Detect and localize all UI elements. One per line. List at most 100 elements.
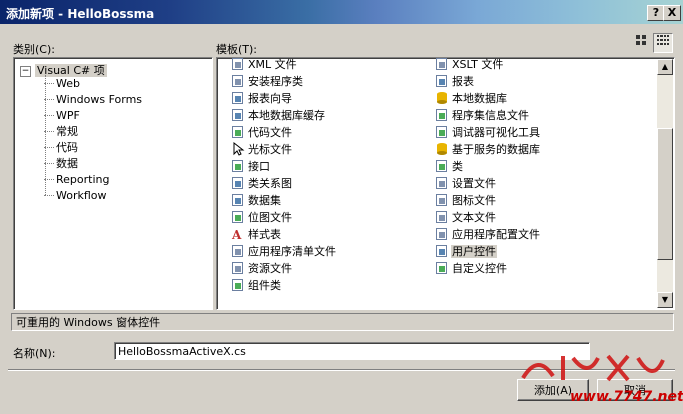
dataset-icon: [231, 193, 245, 207]
template-item[interactable]: 资源文件: [231, 260, 293, 277]
template-item-label: 报表向导: [248, 92, 292, 105]
template-item-label: 类关系图: [248, 177, 292, 190]
tree-item-1[interactable]: Windows Forms: [43, 92, 142, 107]
installer-class-icon: [231, 74, 245, 88]
assembly-info-icon: [435, 108, 449, 122]
app-config-icon: [435, 227, 449, 241]
templates-label: 模板(T):: [216, 43, 258, 56]
template-item-label: 本地数据库: [452, 92, 507, 105]
template-item[interactable]: 设置文件: [435, 175, 497, 192]
tree-item-3[interactable]: 常规: [44, 124, 78, 139]
bitmap-file-icon: [231, 210, 245, 224]
template-item[interactable]: 位图文件: [231, 209, 293, 226]
template-item-label: 调试器可视化工具: [452, 126, 540, 139]
template-item-label: 光标文件: [248, 143, 292, 156]
scroll-thumb[interactable]: [657, 128, 673, 260]
local-database-icon: [435, 91, 449, 105]
small-icons-view-button[interactable]: [653, 33, 673, 53]
template-item-label: 资源文件: [248, 262, 292, 275]
template-item-label: 自定义控件: [452, 262, 507, 275]
window-title: 添加新项 - HelloBossma: [6, 7, 155, 21]
template-item[interactable]: 基于服务的数据库: [435, 141, 541, 158]
template-item-label: 应用程序配置文件: [452, 228, 540, 241]
template-item-label: 程序集信息文件: [452, 109, 529, 122]
template-item[interactable]: 数据集: [231, 192, 282, 209]
template-item[interactable]: 本地数据库缓存: [231, 107, 326, 124]
template-item-label: 应用程序清单文件: [248, 245, 336, 258]
tree-root-visual-csharp[interactable]: − Visual C# 项: [20, 62, 107, 77]
categories-tree[interactable]: − Visual C# 项 Web Windows Forms WPF 常规 代码 数据 Re…: [13, 57, 213, 310]
template-item-label: 文本文件: [452, 211, 496, 224]
large-icons-view-button[interactable]: [631, 33, 651, 53]
template-item[interactable]: 程序集信息文件: [435, 107, 530, 124]
template-item[interactable]: XML 文件: [231, 58, 298, 73]
template-item[interactable]: 图标文件: [435, 192, 497, 209]
templates-list[interactable]: XML 文件 安装程序类报表向导本地数据库缓存 代码文件光标文件接口类关系图数据集位…: [216, 57, 675, 310]
template-item-label: 报表: [452, 75, 474, 88]
template-item-label: XSLT 文件: [452, 58, 504, 71]
tree-item-0[interactable]: Web: [44, 76, 80, 91]
watermark-logo-graphic: [521, 354, 665, 382]
categories-label: 类别(C):: [13, 43, 55, 56]
scroll-down-button[interactable]: ▼: [657, 292, 673, 308]
report-wizard-icon: [231, 91, 245, 105]
settings-file-icon: [435, 176, 449, 190]
template-item[interactable]: 报表: [435, 73, 475, 90]
template-item-label: 数据集: [248, 194, 281, 207]
stylesheet-icon: A: [231, 227, 245, 242]
template-item[interactable]: 组件类: [231, 277, 282, 294]
manifest-file-icon: [231, 244, 245, 258]
report-icon: [435, 74, 449, 88]
template-item-label: 图标文件: [452, 194, 496, 207]
collapse-icon[interactable]: −: [20, 65, 31, 77]
title-bar[interactable]: 添加新项 - HelloBossma ? X: [0, 0, 683, 24]
tree-item-5[interactable]: 数据: [44, 156, 78, 171]
text-file-icon: [435, 210, 449, 224]
template-item-label: 设置文件: [452, 177, 496, 190]
scroll-up-button[interactable]: ▲: [657, 59, 673, 75]
small-icons-view-icon: [657, 35, 669, 45]
tree-connector: [45, 75, 46, 195]
watermark-url: www.7747.net: [570, 389, 683, 405]
template-item[interactable]: 应用程序清单文件: [231, 243, 337, 260]
svg-text:A: A: [231, 228, 242, 241]
template-item[interactable]: 类: [435, 158, 464, 175]
class-icon: [435, 159, 449, 173]
template-item[interactable]: 安装程序类: [231, 73, 304, 90]
template-item[interactable]: XSLT 文件: [435, 58, 504, 73]
template-item[interactable]: A 样式表: [231, 226, 282, 243]
template-item-label: 安装程序类: [248, 75, 303, 88]
service-database-icon: [435, 142, 449, 156]
template-item[interactable]: 报表向导: [231, 90, 293, 107]
template-item[interactable]: 类关系图: [231, 175, 293, 192]
template-item-label: XML 文件: [248, 58, 297, 71]
custom-control-icon: [435, 261, 449, 275]
interface-icon: [231, 159, 245, 173]
tree-item-4[interactable]: 代码: [44, 140, 78, 155]
template-item[interactable]: 文本文件: [435, 209, 497, 226]
large-icons-view-icon: [636, 35, 646, 45]
local-db-cache-icon: [231, 108, 245, 122]
xml-file-icon: [231, 58, 245, 71]
name-label: 名称(N):: [13, 347, 56, 360]
template-description: 可重用的 Windows 窗体控件: [11, 313, 674, 331]
template-item[interactable]: 应用程序配置文件: [435, 226, 541, 243]
template-item[interactable]: 光标文件: [231, 141, 293, 158]
template-item[interactable]: 本地数据库: [435, 90, 508, 107]
user-control-icon: [435, 244, 449, 258]
tree-item-7[interactable]: Workflow: [44, 188, 107, 203]
templates-scrollbar[interactable]: ▲ ▼: [657, 59, 673, 308]
class-diagram-icon: [231, 176, 245, 190]
template-item[interactable]: 用户控件: [435, 243, 497, 260]
template-item[interactable]: 调试器可视化工具: [435, 124, 541, 141]
tree-item-2[interactable]: WPF: [44, 108, 80, 123]
icon-file-icon: [435, 193, 449, 207]
template-item[interactable]: 自定义控件: [435, 260, 508, 277]
code-file-icon: [231, 125, 245, 139]
close-button[interactable]: X: [663, 5, 681, 21]
tree-item-6[interactable]: Reporting: [43, 172, 109, 187]
template-item[interactable]: 接口: [231, 158, 271, 175]
template-item[interactable]: 代码文件: [231, 124, 293, 141]
template-item-label: 用户控件: [451, 245, 497, 258]
template-item-label: 接口: [248, 160, 270, 173]
